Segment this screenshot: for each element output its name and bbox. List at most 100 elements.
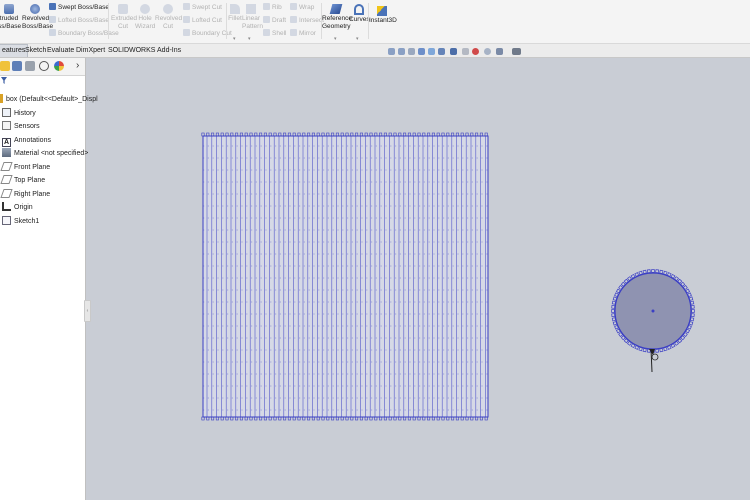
circle-edge-marker [655, 348, 660, 353]
boundary-cut-button[interactable]: Boundary Cut [183, 29, 232, 38]
circle-edge-marker [611, 304, 616, 309]
boundary-boss-icon [49, 29, 56, 36]
hole-wizard-button[interactable]: Hole Wizard [135, 4, 155, 31]
circle-center-point[interactable] [651, 309, 655, 313]
cursor-indicator-icon [651, 353, 659, 361]
hide-show-items-icon[interactable] [462, 48, 469, 55]
chevron-down-icon[interactable]: ▾ [233, 36, 236, 42]
monitor-icon[interactable] [512, 48, 521, 55]
pattern-boundary [202, 135, 489, 418]
tree-item-front-plane[interactable]: Front Plane [0, 162, 50, 174]
property-manager-icon[interactable] [12, 61, 22, 71]
chevron-down-icon[interactable]: ▾ [356, 36, 359, 42]
configuration-manager-icon[interactable] [25, 61, 35, 71]
circle-edge-marker [690, 313, 695, 318]
swept-boss-button[interactable]: Swept Boss/Base [49, 3, 109, 12]
swept-boss-icon [49, 3, 56, 10]
plane-icon [0, 175, 13, 184]
intersect-button[interactable]: Intersect [290, 16, 324, 25]
shell-button[interactable]: Shell [263, 29, 286, 38]
display-style-icon[interactable] [450, 48, 457, 55]
instant3d-icon [377, 6, 387, 16]
circle-edge-marker [651, 269, 655, 273]
tree-item-right-plane[interactable]: Right Plane [0, 189, 50, 201]
circle-edge-marker [690, 317, 695, 322]
feature-manager-tree-icon[interactable] [0, 61, 10, 71]
sensors-icon [2, 121, 11, 130]
tree-item-sketch1[interactable]: Sketch1 [2, 216, 39, 228]
mirror-button[interactable]: Mirror [290, 29, 316, 38]
tab-solidworks-add-ins[interactable]: SOLIDWORKS Add-Ins [106, 45, 183, 56]
linear-pattern-button[interactable]: Linear Pattern [242, 4, 263, 31]
command-manager-ribbon: truded ss/Base Revolved Boss/Base Swept … [0, 0, 750, 44]
dimxpert-manager-icon[interactable] [39, 61, 49, 71]
view-orientation-icon[interactable] [438, 48, 445, 55]
tree-item-sensors[interactable]: Sensors [2, 121, 40, 133]
command-manager-tabs: eatures Sketch Evaluate DimXpert SOLIDWO… [0, 44, 750, 58]
dynamic-annotation-icon[interactable] [428, 48, 435, 55]
circle-edge-marker [659, 348, 664, 353]
tree-item-history[interactable]: History [2, 108, 36, 120]
view-settings-icon[interactable] [496, 48, 503, 55]
feature-manager-tabs: › [0, 58, 85, 76]
shell-icon [263, 29, 270, 36]
previous-view-icon[interactable] [408, 48, 415, 55]
origin-icon [2, 202, 11, 211]
revolved-boss-icon [30, 4, 40, 14]
filter-icon[interactable] [1, 77, 7, 84]
chevron-down-icon[interactable]: ▾ [334, 36, 337, 42]
lofted-boss-button[interactable]: Lofted Boss/Base [49, 16, 109, 25]
graphics-area[interactable] [86, 58, 750, 500]
tab-evaluate[interactable]: Evaluate [45, 45, 76, 56]
tree-root-part[interactable]: box (Default<<Default>_Displ [0, 94, 98, 106]
feature-manager-panel: › box (Default<<Default>_Displ History S… [0, 58, 98, 500]
reference-geometry-button[interactable]: Reference Geometry [322, 4, 352, 31]
section-view-icon[interactable] [418, 48, 425, 55]
extruded-cut-button[interactable]: Extruded Cut [111, 4, 137, 31]
tree-item-annotations[interactable]: A Annotations [2, 135, 51, 147]
rib-button[interactable]: Rib [263, 3, 282, 12]
plane-icon [0, 189, 13, 198]
revolved-cut-button[interactable]: Revolved Cut [155, 4, 182, 31]
revolved-boss-button[interactable]: Revolved Boss/Base [22, 4, 53, 31]
zoom-to-area-icon[interactable] [398, 48, 405, 55]
circle-edge-marker [655, 269, 660, 274]
reference-geometry-icon [329, 4, 343, 14]
heads-up-view-toolbar [388, 46, 528, 58]
tab-dimxpert[interactable]: DimXpert [74, 45, 107, 56]
draft-button[interactable]: Draft [263, 16, 286, 25]
hole-wizard-icon [140, 4, 150, 14]
history-icon [2, 108, 11, 117]
tree-item-origin[interactable]: Origin [2, 202, 33, 214]
rectangle-pattern [201, 132, 489, 421]
tree-item-top-plane[interactable]: Top Plane [0, 175, 45, 187]
circle-edge-marker [611, 309, 615, 313]
circle-edge-marker [642, 269, 647, 274]
swept-cut-icon [183, 3, 190, 10]
apply-scene-icon[interactable] [484, 48, 491, 55]
wrap-button[interactable]: Wrap [290, 3, 314, 12]
chevron-right-icon[interactable]: › [76, 60, 79, 71]
lofted-cut-button[interactable]: Lofted Cut [183, 16, 222, 25]
edit-appearance-icon[interactable] [472, 48, 479, 55]
circle-edge-marker [690, 304, 695, 309]
plane-icon [0, 162, 13, 171]
tree-item-material[interactable]: Material <not specified> [2, 148, 88, 160]
extruded-boss-button[interactable]: truded ss/Base [0, 4, 21, 31]
zoom-to-fit-icon[interactable] [388, 48, 395, 55]
display-manager-icon[interactable] [54, 61, 64, 71]
chevron-down-icon[interactable]: ▾ [248, 36, 251, 42]
boundary-cut-icon [183, 29, 190, 36]
revolved-cut-icon [163, 4, 173, 14]
lofted-cut-icon [183, 16, 190, 23]
curves-button[interactable]: Curves [349, 4, 370, 24]
part-icon [0, 94, 3, 103]
ribbon-divider [108, 3, 109, 39]
fillet-button[interactable]: Fillet [227, 4, 243, 23]
swept-cut-button[interactable]: Swept Cut [183, 3, 222, 12]
extruded-cut-icon [118, 4, 128, 14]
instant3d-button[interactable]: Instant3D [369, 6, 397, 25]
draft-icon [263, 16, 270, 23]
material-icon [2, 148, 11, 157]
circle-edge-marker [659, 269, 664, 274]
